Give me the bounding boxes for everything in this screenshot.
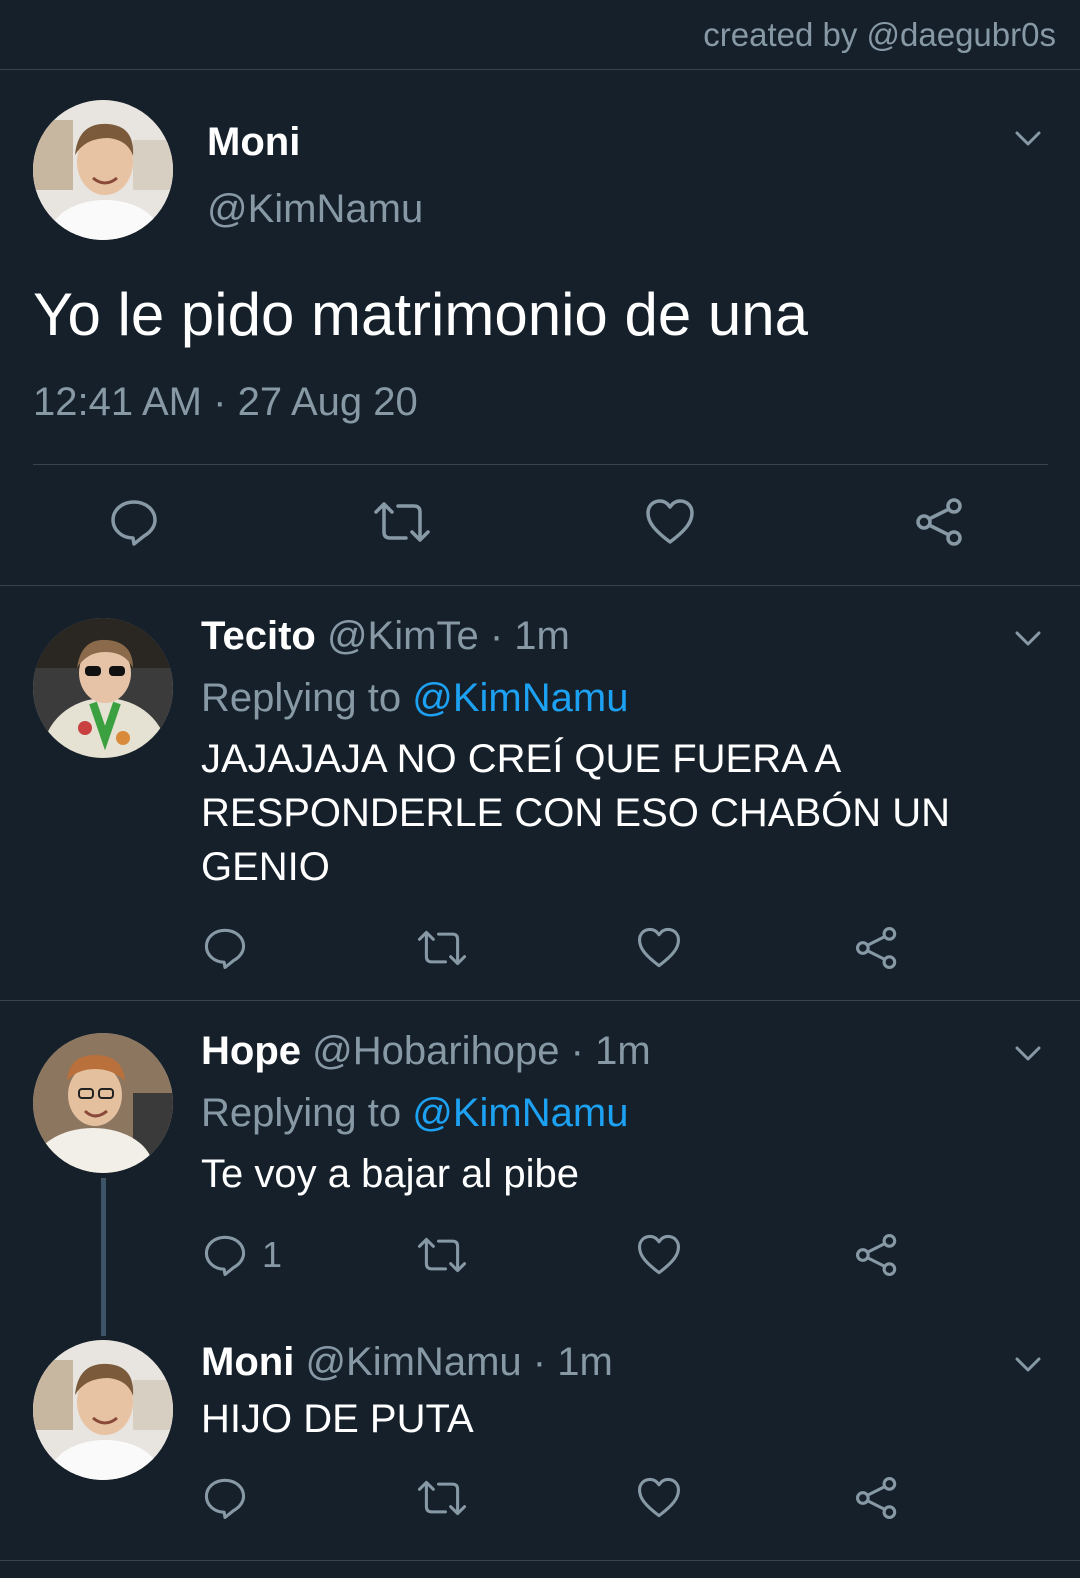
heart-icon	[637, 1234, 681, 1275]
retweet-icon	[417, 930, 467, 966]
tweet-date: 27 Aug 20	[237, 380, 418, 424]
tweet-text: Te voy a bajar al pibe	[201, 1152, 580, 1196]
share-button[interactable]	[854, 1470, 900, 1526]
tweet-text: JAJAJAJA NO CREÍ QUE FUERA A RESPONDERLE…	[201, 737, 951, 889]
share-icon	[855, 926, 897, 970]
author-name[interactable]: Tecito	[201, 614, 316, 658]
reply-header: Tecito @KimTe · 1m	[201, 614, 570, 659]
meta-separator: ·	[532, 1340, 547, 1384]
retweet-icon	[417, 1237, 467, 1273]
tweet-time: 12:41 AM	[33, 380, 203, 424]
heart-icon	[646, 499, 694, 544]
author-handle[interactable]: @KimNamu	[305, 1340, 521, 1384]
like-button[interactable]	[636, 920, 682, 976]
like-button[interactable]	[644, 494, 696, 550]
author-name[interactable]: Hope	[201, 1029, 301, 1073]
share-button[interactable]	[914, 494, 966, 550]
tweet-time: 1m	[557, 1340, 613, 1384]
share-icon	[916, 498, 962, 546]
tweet-text: Yo le pido matrimonio de una	[33, 281, 808, 348]
heart-icon	[637, 1477, 681, 1518]
replying-label: Replying to	[201, 1091, 402, 1135]
share-icon	[855, 1233, 897, 1277]
retweet-icon	[374, 502, 430, 542]
reply-bubble-icon	[204, 1478, 246, 1520]
mention-link[interactable]: @KimNamu	[412, 676, 628, 720]
reply-count: 1	[262, 1234, 283, 1275]
reply-bubble-icon	[204, 928, 246, 970]
retweet-button[interactable]	[416, 1227, 468, 1283]
like-button[interactable]	[636, 1227, 682, 1283]
tweet-time: 1m	[514, 614, 570, 658]
retweet-button[interactable]	[372, 494, 432, 550]
share-button[interactable]	[854, 1227, 900, 1283]
author-name[interactable]: Moni	[201, 1340, 294, 1384]
meta-separator: ·	[489, 614, 504, 658]
reply-tweet: Hope @Hobarihope · 1m Replying to @KimNa…	[0, 1001, 1080, 1331]
heart-icon	[637, 927, 681, 968]
replying-label: Replying to	[201, 676, 402, 720]
chevron-down-icon[interactable]	[1008, 618, 1048, 658]
main-tweet: Moni @KimNamu Yo le pido matrimonio de u…	[0, 70, 1080, 586]
like-button[interactable]	[636, 1470, 682, 1526]
chevron-down-icon[interactable]	[1008, 1344, 1048, 1384]
reply-button[interactable]	[108, 494, 160, 550]
reply-button[interactable]	[202, 1470, 248, 1526]
credit-bar: created by @daegubr0s	[0, 0, 1080, 70]
reply-button[interactable]: 1	[202, 1227, 282, 1283]
retweet-icon	[417, 1480, 467, 1516]
tweet-time: 1m	[595, 1029, 651, 1073]
credit-text: created by @daegubr0s	[703, 16, 1056, 53]
divider	[33, 464, 1048, 465]
replying-to: Replying to @KimNamu	[201, 1091, 628, 1136]
reply-tweet: Moni @KimNamu · 1m HIJO DE PUTA	[0, 1340, 1080, 1560]
mention-link[interactable]: @KimNamu	[412, 1091, 628, 1135]
thread-line	[101, 1178, 106, 1336]
reply-button[interactable]	[202, 920, 248, 976]
reply-tweet: Tecito @KimTe · 1m Replying to @KimNamu …	[0, 586, 1080, 1000]
avatar[interactable]	[33, 1340, 173, 1480]
author-name[interactable]: Moni	[207, 120, 300, 165]
chevron-down-icon[interactable]	[1008, 1033, 1048, 1073]
reply-header: Moni @KimNamu · 1m	[201, 1340, 613, 1385]
share-icon	[855, 1476, 897, 1520]
reply-bubble-icon	[204, 1235, 246, 1277]
meta-separator: ·	[570, 1029, 584, 1073]
avatar[interactable]	[33, 100, 173, 240]
replying-to: Replying to @KimNamu	[201, 676, 628, 721]
tweet-text: HIJO DE PUTA	[201, 1397, 474, 1441]
share-button[interactable]	[854, 920, 900, 976]
divider	[0, 1560, 1080, 1561]
avatar[interactable]	[33, 1033, 173, 1173]
author-handle[interactable]: @KimTe	[327, 614, 479, 658]
avatar[interactable]	[33, 618, 173, 758]
author-handle[interactable]: @KimNamu	[207, 187, 423, 232]
reply-bubble-icon	[111, 500, 157, 546]
reply-header: Hope @Hobarihope · 1m	[201, 1029, 651, 1074]
retweet-button[interactable]	[416, 1470, 468, 1526]
author-handle[interactable]: @Hobarihope	[312, 1029, 559, 1073]
retweet-button[interactable]	[416, 920, 468, 976]
chevron-down-icon[interactable]	[1008, 118, 1048, 158]
meta-separator: ·	[213, 380, 227, 424]
tweet-timestamp: 12:41 AM · 27 Aug 20	[33, 380, 418, 425]
